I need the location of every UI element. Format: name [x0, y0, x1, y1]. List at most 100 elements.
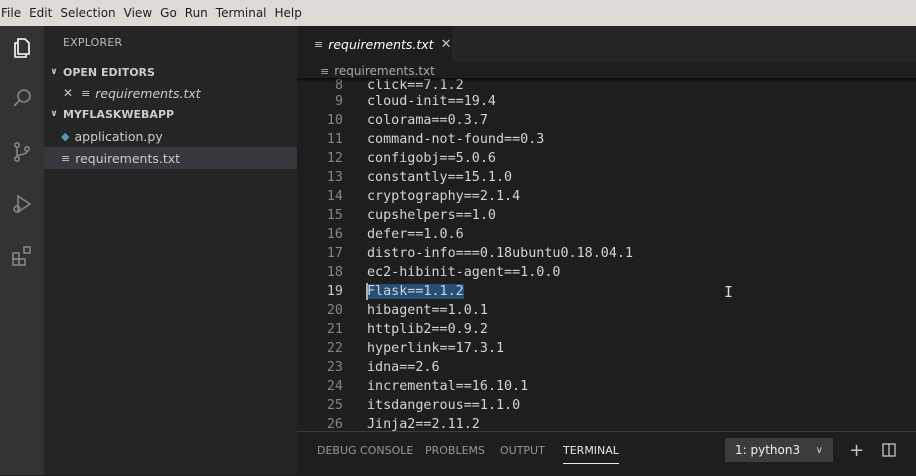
activity-bar	[0, 26, 44, 475]
line-text: itsdangerous==1.1.0	[367, 398, 521, 413]
menu-bar: File Edit Selection View Go Run Terminal…	[0, 0, 916, 26]
menu-help[interactable]: Help	[271, 0, 306, 26]
line-number: 19	[326, 284, 343, 299]
menu-view[interactable]: View	[120, 0, 156, 26]
line-number: 23	[326, 360, 343, 375]
line-number: 14	[326, 189, 343, 204]
file-name: requirements.txt	[75, 150, 181, 166]
line-number: 20	[326, 303, 343, 318]
breadcrumb-shadow	[297, 78, 916, 82]
open-editor-item[interactable]: ✕ ≡ requirements.txt	[44, 82, 297, 104]
line-number: 21	[326, 322, 343, 337]
line-text: cloud-init==19.4	[367, 94, 496, 109]
search-icon[interactable]	[0, 78, 44, 118]
line-text: incremental==16.10.1	[367, 379, 529, 394]
run-debug-icon[interactable]	[0, 184, 44, 224]
line-text: cryptography==2.1.4	[367, 189, 521, 204]
code-line-selected: 19 Flask==1.1.2	[297, 282, 916, 301]
line-number: 17	[326, 246, 343, 261]
menu-selection[interactable]: Selection	[56, 0, 119, 26]
tab-requirements[interactable]: ≡ requirements.txt ✕	[297, 26, 452, 62]
menu-go[interactable]: Go	[156, 0, 181, 26]
tab-debug-console[interactable]: DEBUG CONSOLE	[317, 432, 413, 468]
code-line: 10 colorama==0.3.7	[297, 111, 916, 130]
line-text: cupshelpers==1.0	[367, 208, 496, 223]
line-number: 10	[326, 113, 343, 128]
menu-edit[interactable]: Edit	[25, 0, 56, 26]
extensions-icon[interactable]	[0, 236, 44, 276]
file-item-requirements[interactable]: ≡ requirements.txt	[44, 147, 297, 169]
editor-area[interactable]: 8 click==7.1.2 9 cloud-init==19.4 10 color…	[297, 26, 916, 431]
bottom-panel: DEBUG CONSOLE PROBLEMS OUTPUT TERMINAL 1…	[297, 431, 916, 476]
line-text: command-not-found==0.3	[367, 132, 545, 147]
line-text: idna==2.6	[367, 360, 440, 375]
line-number: 26	[326, 417, 343, 431]
line-text: hyperlink==17.3.1	[367, 341, 505, 356]
line-text: configobj==5.0.6	[367, 151, 496, 166]
text-file-icon: ≡	[81, 86, 91, 100]
code-line: 22 hyperlink==17.3.1	[297, 339, 916, 358]
breadcrumb[interactable]: ≡ requirements.txt	[320, 64, 435, 78]
mouse-ibeam-cursor: I	[724, 283, 734, 301]
line-text: distro-info===0.18ubuntu0.18.04.1	[367, 246, 634, 261]
tab-output[interactable]: OUTPUT	[500, 432, 545, 468]
line-text: defer==1.0.6	[367, 227, 464, 242]
code-line: 9 cloud-init==19.4	[297, 92, 916, 111]
menu-terminal[interactable]: Terminal	[212, 0, 271, 26]
line-text: constantly==15.1.0	[367, 170, 513, 185]
split-terminal-button[interactable]	[881, 438, 897, 462]
project-section[interactable]: ∨ MYFLASKWEBAPP	[44, 104, 297, 124]
close-icon[interactable]: ✕	[441, 37, 452, 52]
text-file-icon: ≡	[314, 37, 324, 51]
line-number: 22	[326, 341, 343, 356]
menu-run[interactable]: Run	[181, 0, 212, 26]
code-line: 23 idna==2.6	[297, 358, 916, 377]
new-terminal-button[interactable]: +	[849, 438, 864, 462]
code-line: 15 cupshelpers==1.0	[297, 206, 916, 225]
explorer-title: EXPLORER	[63, 36, 123, 49]
line-number: 9	[334, 94, 343, 109]
terminal-select[interactable]: 1: python3 ∨	[725, 438, 833, 462]
text-cursor	[366, 283, 368, 300]
editor-tab-bar: ≡ requirements.txt ✕	[297, 26, 916, 62]
plus-icon: +	[849, 439, 865, 461]
menu-file[interactable]: File	[0, 0, 25, 26]
chevron-down-icon: ∨	[50, 109, 58, 119]
code-line: 14 cryptography==2.1.4	[297, 187, 916, 206]
line-text: hibagent==1.0.1	[367, 303, 488, 318]
code-line: 20 hibagent==1.0.1	[297, 301, 916, 320]
python-file-icon: ◆	[61, 129, 70, 143]
line-number: 12	[326, 151, 343, 166]
code-line: 12 configobj==5.0.6	[297, 149, 916, 168]
line-number: 13	[326, 170, 343, 185]
file-name: application.py	[74, 128, 163, 144]
code-line: 11 command-not-found==0.3	[297, 130, 916, 149]
line-text: ec2-hibinit-agent==1.0.0	[367, 265, 561, 280]
close-icon[interactable]: ✕	[63, 86, 73, 100]
code-line: 16 defer==1.0.6	[297, 225, 916, 244]
chevron-down-icon: ∨	[815, 444, 823, 456]
open-editor-filename: requirements.txt	[95, 85, 201, 101]
line-number: 25	[326, 398, 343, 413]
line-number: 24	[326, 379, 343, 394]
source-control-icon[interactable]	[0, 132, 44, 172]
code-line: 13 constantly==15.1.0	[297, 168, 916, 187]
code-line: 18 ec2-hibinit-agent==1.0.0	[297, 263, 916, 282]
explorer-icon[interactable]	[0, 28, 44, 68]
tab-terminal[interactable]: TERMINAL	[563, 432, 619, 468]
file-item-application[interactable]: ◆ application.py	[44, 125, 297, 147]
open-editors-label: OPEN EDITORS	[63, 65, 155, 79]
line-number: 18	[326, 265, 343, 280]
tab-problems[interactable]: PROBLEMS	[425, 432, 485, 468]
open-editors-section[interactable]: ∨ OPEN EDITORS	[44, 62, 297, 82]
line-text: httplib2==0.9.2	[367, 322, 488, 337]
code-line: 26 Jinja2==2.11.2	[297, 415, 916, 431]
code-line: 25 itsdangerous==1.1.0	[297, 396, 916, 415]
explorer-sidebar: EXPLORER ∨ OPEN EDITORS ✕ ≡ requirements…	[44, 26, 297, 475]
line-number: 11	[326, 132, 343, 147]
code-line: 24 incremental==16.10.1	[297, 377, 916, 396]
line-number: 15	[326, 208, 343, 223]
line-text: Jinja2==2.11.2	[367, 417, 480, 431]
code-line: 17 distro-info===0.18ubuntu0.18.04.1	[297, 244, 916, 263]
text-file-icon: ≡	[61, 151, 71, 165]
